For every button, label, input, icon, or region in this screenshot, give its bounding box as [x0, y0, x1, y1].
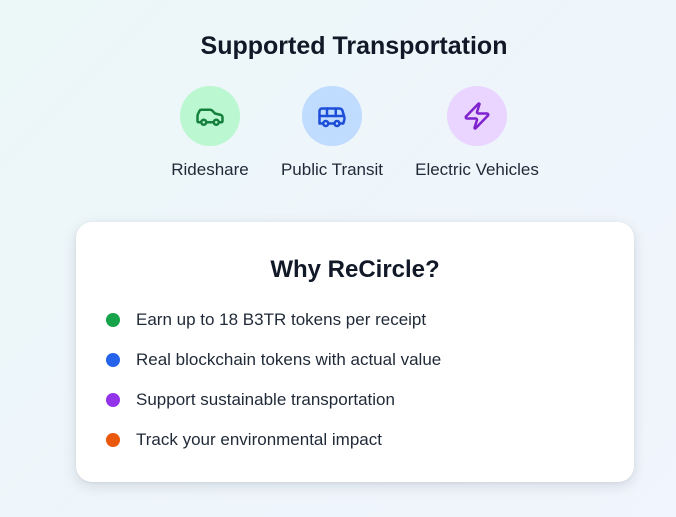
benefit-item: Track your environmental impact — [106, 430, 382, 450]
rideshare-icon-circle — [180, 86, 240, 146]
benefit-text: Support sustainable transportation — [136, 390, 395, 409]
benefit-item: Real blockchain tokens with actual value — [106, 350, 441, 370]
bus-icon — [318, 107, 346, 128]
benefit-text: Earn up to 18 B3TR tokens per receipt — [136, 310, 427, 329]
transport-option-rideshare: Rideshare — [170, 86, 250, 180]
green-bullet-icon — [106, 313, 120, 327]
rideshare-label: Rideshare — [171, 160, 249, 179]
transport-option-public-transit: Public Transit — [278, 86, 386, 180]
electric-vehicles-label: Electric Vehicles — [415, 160, 539, 179]
public-transit-label: Public Transit — [280, 160, 384, 179]
why-recircle-title: Why ReCircle? — [270, 256, 440, 283]
orange-bullet-icon — [106, 433, 120, 447]
car-icon — [196, 108, 224, 126]
supported-transportation-title: Supported Transportation — [200, 32, 508, 60]
lightning-bolt-icon — [464, 102, 490, 130]
public-transit-icon-circle — [302, 86, 362, 146]
transport-option-electric-vehicles: Electric Vehicles — [414, 86, 540, 180]
benefit-item: Support sustainable transportation — [106, 390, 395, 410]
purple-bullet-icon — [106, 393, 120, 407]
electric-vehicles-icon-circle — [447, 86, 507, 146]
why-recircle-card: Why ReCircle? Earn up to 18 B3TR tokens … — [76, 222, 634, 482]
blue-bullet-icon — [106, 353, 120, 367]
benefit-item: Earn up to 18 B3TR tokens per receipt — [106, 310, 426, 330]
benefit-text: Track your environmental impact — [136, 430, 382, 449]
benefit-text: Real blockchain tokens with actual value — [136, 350, 442, 369]
